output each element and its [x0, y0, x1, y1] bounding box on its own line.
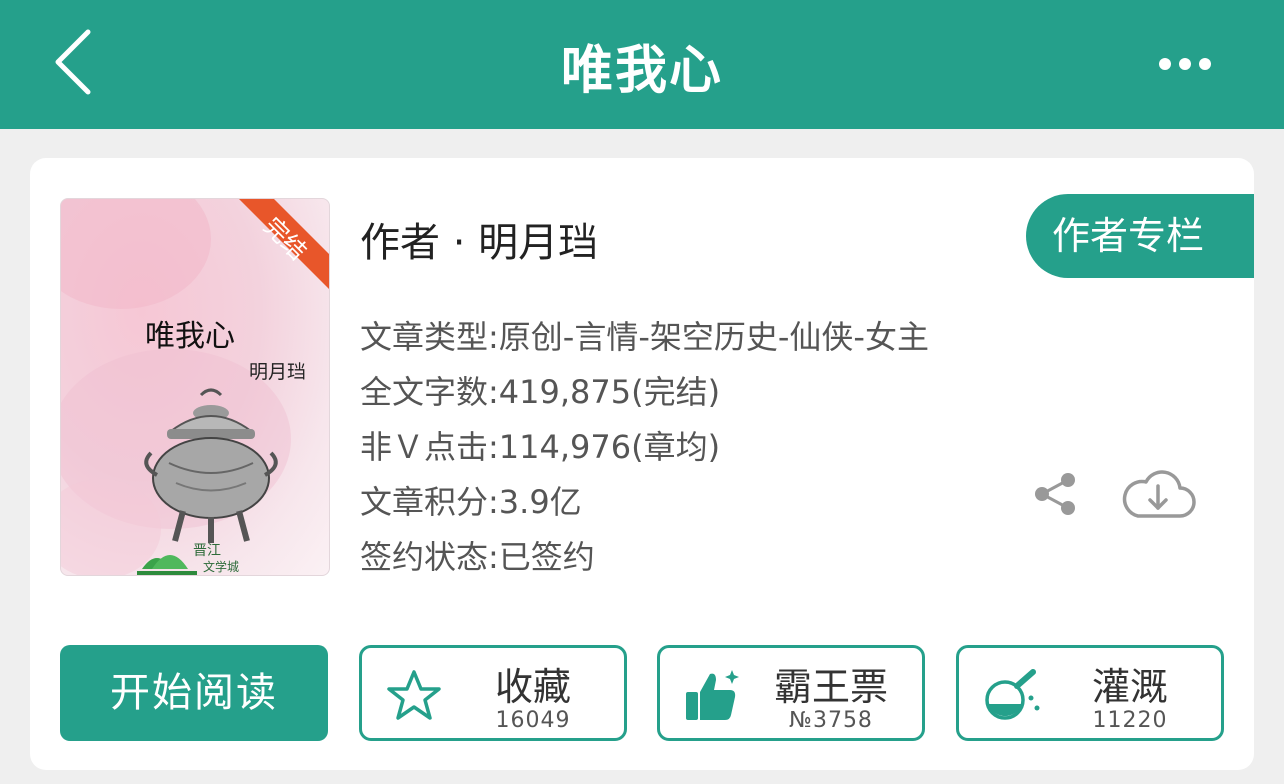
- star-icon: [387, 670, 441, 720]
- author-column-button[interactable]: 作者专栏: [1026, 194, 1254, 278]
- cloud-download-icon[interactable]: [1118, 462, 1198, 526]
- meta-genre: 文章类型:原创-言情-架空历史-仙侠-女主: [360, 318, 929, 356]
- cover-author: 明月珰: [249, 361, 307, 383]
- svg-text:文学城: 文学城: [203, 559, 239, 574]
- irrigate-label: 灌溉: [1091, 665, 1168, 709]
- favorite-count: 16049: [495, 708, 571, 733]
- meta-contract: 签约状态:已签约: [360, 538, 595, 576]
- book-info-card: 唯我心 明月珰 晋江 文学城 完结 作者 · 明月珰 作者专栏 文章类型:原创-…: [30, 158, 1254, 770]
- author-line[interactable]: 作者 · 明月珰: [360, 210, 598, 268]
- completed-badge: 完结: [239, 199, 329, 289]
- more-button[interactable]: [1150, 44, 1220, 84]
- share-icon[interactable]: [1030, 468, 1082, 520]
- svg-text:晋江: 晋江: [193, 543, 221, 559]
- thumbs-up-icon: [686, 670, 739, 720]
- bawang-ticket-label: 霸王票: [773, 665, 888, 709]
- top-bar: 唯我心: [0, 0, 1284, 129]
- irrigate-count: 11220: [1092, 708, 1168, 733]
- favorite-label: 收藏: [494, 665, 571, 709]
- bawang-ticket-count: №3758: [789, 708, 873, 733]
- meta-word-count: 全文字数:419,875(完结): [360, 373, 721, 411]
- bawang-ticket-button[interactable]: 霸王票 №3758: [657, 645, 925, 741]
- page-title: 唯我心: [560, 41, 723, 101]
- irrigate-button[interactable]: 灌溉 11220: [956, 645, 1224, 741]
- more-dots-icon: [1159, 58, 1211, 70]
- publisher-logo: 晋江 文学城: [137, 543, 239, 575]
- favorite-button[interactable]: 收藏 16049: [359, 645, 627, 741]
- meta-score: 文章积分:3.9亿: [360, 483, 582, 521]
- incense-burner-illustration: [144, 388, 278, 543]
- cover-title: 唯我心: [145, 319, 235, 354]
- flask-icon: [985, 669, 1040, 720]
- start-reading-button[interactable]: 开始阅读: [60, 645, 328, 741]
- book-cover[interactable]: 唯我心 明月珰 晋江 文学城 完结: [60, 198, 330, 576]
- meta-clicks: 非Ｖ点击:114,976(章均): [360, 428, 721, 466]
- book-meta: 文章类型:原创-言情-架空历史-仙侠-女主 全文字数:419,875(完结) 非…: [360, 310, 929, 585]
